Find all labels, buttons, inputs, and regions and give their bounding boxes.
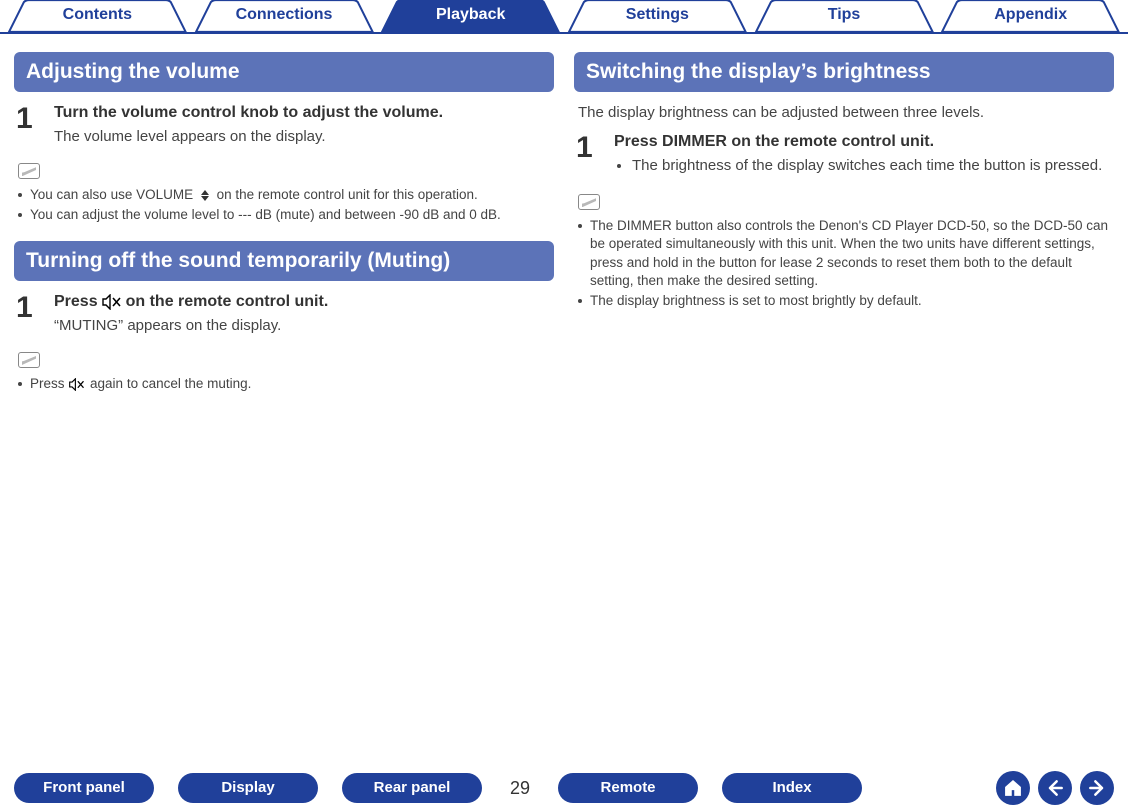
nav-remote[interactable]: Remote <box>558 773 698 803</box>
step-number: 1 <box>16 104 40 145</box>
tab-label: Appendix <box>994 6 1067 23</box>
bottom-nav: Front panel Display Rear panel 29 Remote… <box>0 770 1128 806</box>
tip-item: Press again to cancel the muting. <box>18 375 550 393</box>
step-title: Press DIMMER on the remote control unit. <box>614 133 1102 151</box>
tab-label: Settings <box>626 6 689 23</box>
tab-appendix[interactable]: Appendix <box>937 0 1124 32</box>
tab-playback[interactable]: Playback <box>377 0 564 32</box>
step-number: 1 <box>16 293 40 334</box>
tip-item: The display brightness is set to most br… <box>578 292 1110 310</box>
brightness-tips: The DIMMER button also controls the Deno… <box>578 217 1110 310</box>
step-description: “MUTING” appears on the display. <box>54 317 328 334</box>
muting-tips: Press again to cancel the muting. <box>18 375 550 393</box>
step-bullet-list: The brightness of the display switches e… <box>632 157 1102 174</box>
nav-index[interactable]: Index <box>722 773 862 803</box>
mute-icon <box>102 294 122 310</box>
brightness-intro: The display brightness can be adjusted b… <box>578 104 1110 121</box>
arrow-right-icon <box>1087 778 1107 798</box>
home-button[interactable] <box>996 771 1030 805</box>
tip-text: again to cancel the muting. <box>90 376 251 391</box>
brightness-step-1: 1 Press DIMMER on the remote control uni… <box>576 133 1112 176</box>
tab-settings[interactable]: Settings <box>564 0 751 32</box>
top-nav: Contents Connections Playback Settings T… <box>0 0 1128 34</box>
prev-page-button[interactable] <box>1038 771 1072 805</box>
section-heading-muting: Turning off the sound temporarily (Mutin… <box>14 241 554 281</box>
nav-front-panel[interactable]: Front panel <box>14 773 154 803</box>
volume-up-down-icon <box>197 190 213 201</box>
tip-text: Press <box>30 376 68 391</box>
notes-icon <box>18 163 40 179</box>
tab-label: Tips <box>828 6 861 23</box>
tab-label: Connections <box>236 6 333 23</box>
tab-label: Playback <box>436 6 505 23</box>
next-page-button[interactable] <box>1080 771 1114 805</box>
step-title: Turn the volume control knob to adjust t… <box>54 104 443 122</box>
main-content: Adjusting the volume 1 Turn the volume c… <box>0 34 1128 409</box>
right-column: Switching the display’s brightness The d… <box>574 52 1114 409</box>
arrow-left-icon <box>1045 778 1065 798</box>
volume-tips: You can also use VOLUME on the remote co… <box>18 186 550 224</box>
step-number: 1 <box>576 133 600 176</box>
section-heading-brightness: Switching the display’s brightness <box>574 52 1114 92</box>
nav-rear-panel[interactable]: Rear panel <box>342 773 482 803</box>
page-number: 29 <box>506 778 534 799</box>
step-bullet: The brightness of the display switches e… <box>632 157 1102 174</box>
volume-step-1: 1 Turn the volume control knob to adjust… <box>16 104 552 145</box>
mute-icon <box>68 378 86 391</box>
tip-item: You can adjust the volume level to --- d… <box>18 206 550 224</box>
notes-icon <box>578 194 600 210</box>
tip-item: You can also use VOLUME on the remote co… <box>18 186 550 204</box>
tip-item: The DIMMER button also controls the Deno… <box>578 217 1110 290</box>
left-column: Adjusting the volume 1 Turn the volume c… <box>14 52 554 409</box>
notes-icon <box>18 352 40 368</box>
step-title: Press on the remote control unit. <box>54 293 328 311</box>
tab-tips[interactable]: Tips <box>751 0 938 32</box>
tip-text: on the remote control unit for this oper… <box>217 187 478 202</box>
muting-step-1: 1 Press on the remote control unit. “MUT… <box>16 293 552 334</box>
tip-text: You can also use VOLUME <box>30 187 197 202</box>
step-description: The volume level appears on the display. <box>54 128 443 145</box>
tab-label: Contents <box>63 6 132 23</box>
nav-display[interactable]: Display <box>178 773 318 803</box>
tab-connections[interactable]: Connections <box>191 0 378 32</box>
section-heading-volume: Adjusting the volume <box>14 52 554 92</box>
tab-contents[interactable]: Contents <box>4 0 191 32</box>
home-icon <box>1003 778 1023 798</box>
